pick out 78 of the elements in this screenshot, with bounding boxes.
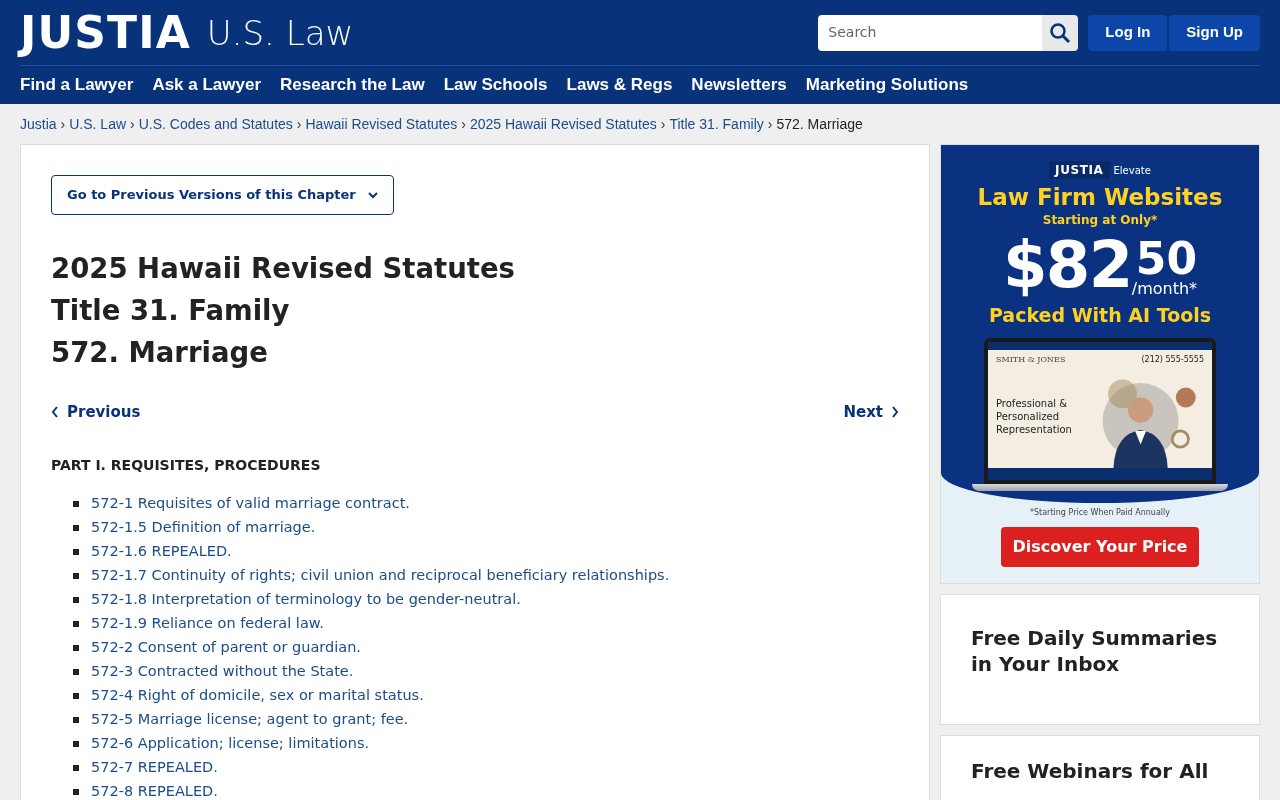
- bullet-icon: [73, 788, 79, 795]
- price-cents: 50: [1135, 237, 1198, 281]
- caret-icon: [367, 191, 378, 199]
- logo-subtitle: U.S. Law: [206, 15, 354, 50]
- nav-link[interactable]: Ask a Lawyer: [152, 72, 262, 98]
- ad-subhead: Starting at Only*: [1042, 212, 1158, 229]
- bullet-icon: [73, 692, 79, 699]
- ad-brand-sub: Elevate: [1113, 163, 1151, 178]
- nav-link[interactable]: Laws & Regs: [566, 72, 673, 98]
- hero-text: Professional & Personalized Representation: [996, 397, 1073, 436]
- chevron-left-icon: [51, 406, 59, 419]
- next-link[interactable]: Next: [843, 401, 899, 424]
- nav-link[interactable]: Research the Law: [280, 72, 425, 98]
- firm-name: SMITH & JONES: [996, 353, 1066, 366]
- nav-link[interactable]: Newsletters: [691, 72, 787, 98]
- login-button[interactable]: Log In: [1088, 14, 1168, 51]
- versions-dropdown[interactable]: Go to Previous Versions of this Chapter: [51, 175, 394, 215]
- section-link[interactable]: 572-4 Right of domicile, sex or marital status.: [91, 684, 424, 707]
- previous-link[interactable]: Previous: [51, 401, 141, 424]
- current-page-label: 572. Marriage: [776, 114, 863, 134]
- search-button[interactable]: [1042, 14, 1079, 51]
- breadcrumb-separator: ›: [660, 114, 666, 134]
- firm-phone: (212) 555-5555: [1141, 353, 1204, 366]
- breadcrumb-link[interactable]: Hawaii Revised Statutes: [305, 113, 458, 135]
- breadcrumb-separator: ›: [296, 114, 302, 134]
- bullet-icon: [73, 668, 79, 675]
- nav-link[interactable]: Find a Lawyer: [20, 72, 134, 98]
- breadcrumb-link[interactable]: U.S. Codes and Statutes: [138, 113, 293, 135]
- section-link[interactable]: 572-1.6 REPEALED.: [91, 540, 232, 563]
- ad-footnote: *Starting Price When Paid Annually: [1030, 506, 1170, 519]
- bullet-icon: [73, 740, 79, 747]
- breadcrumb-separator: ›: [130, 114, 135, 134]
- breadcrumb-link[interactable]: Title 31. Family: [669, 113, 764, 135]
- section-link[interactable]: 572-8 REPEALED.: [91, 780, 218, 800]
- search-icon: [1049, 21, 1072, 44]
- breadcrumb-link[interactable]: U.S. Law: [69, 113, 127, 135]
- search-field[interactable]: Search: [818, 14, 1043, 51]
- breadcrumb-separator: ›: [461, 114, 466, 134]
- bullet-icon: [73, 524, 79, 531]
- section-link[interactable]: 572-1 Requisites of valid marriage contract.: [91, 492, 410, 515]
- promo-title[interactable]: Free Webinars for All: [971, 757, 1229, 784]
- page-title: 2025 Hawaii Revised Statutes: [51, 251, 516, 286]
- section-link[interactable]: 572-2 Consent of parent or guardian.: [91, 636, 361, 659]
- section-link[interactable]: 572-1.9 Reliance on federal law.: [91, 612, 324, 635]
- part-heading: PART I. REQUISITES, PROCEDURES: [51, 455, 322, 475]
- section-link[interactable]: 572-1.8 Interpretation of terminology to be gender-neutral.: [91, 588, 521, 611]
- bullet-icon: [73, 572, 79, 579]
- ad-tagline: Packed With AI Tools: [988, 303, 1212, 328]
- ad-brand: JUSTIA: [1049, 161, 1110, 179]
- section-link[interactable]: 572-1.5 Definition of marriage.: [91, 516, 316, 539]
- bullet-icon: [73, 596, 79, 603]
- price: $82: [1002, 233, 1132, 297]
- nav-link[interactable]: Marketing Solutions: [805, 72, 969, 98]
- price-unit: /month*: [1131, 281, 1198, 297]
- breadcrumb-link[interactable]: 2025 Hawaii Revised Statutes: [469, 113, 657, 135]
- page-title: Title 31. Family: [51, 293, 291, 328]
- cta-button[interactable]: Discover Your Price: [1000, 526, 1200, 567]
- section-link[interactable]: 572-5 Marriage license; agent to grant; fee.: [91, 708, 409, 731]
- nav-link[interactable]: Law Schools: [443, 72, 548, 98]
- section-link[interactable]: 572-1.7 Continuity of rights; civil union and reciprocal beneficiary relationships.: [91, 564, 670, 587]
- ad-banner[interactable]: [940, 144, 1260, 584]
- breadcrumb-link[interactable]: Justia: [20, 113, 57, 135]
- bullet-icon: [73, 500, 79, 507]
- bullet-icon: [73, 716, 79, 723]
- breadcrumb-separator: ›: [767, 114, 773, 134]
- section-link[interactable]: 572-3 Contracted without the State.: [91, 660, 354, 683]
- bullet-icon: [73, 620, 79, 627]
- bullet-icon: [73, 644, 79, 651]
- bullet-icon: [73, 548, 79, 555]
- promo-title[interactable]: Free Daily Summaries in Your Inbox: [971, 624, 1229, 677]
- ad-headline: Law Firm Websites: [977, 183, 1223, 211]
- bullet-icon: [73, 764, 79, 771]
- chevron-right-icon: [891, 406, 899, 419]
- page-title: 572. Marriage: [51, 335, 269, 370]
- section-link[interactable]: 572-7 REPEALED.: [91, 756, 218, 779]
- section-link[interactable]: 572-6 Application; license; limitations.: [91, 732, 370, 755]
- signup-button[interactable]: Sign Up: [1169, 14, 1260, 51]
- breadcrumb-separator: ›: [60, 114, 66, 134]
